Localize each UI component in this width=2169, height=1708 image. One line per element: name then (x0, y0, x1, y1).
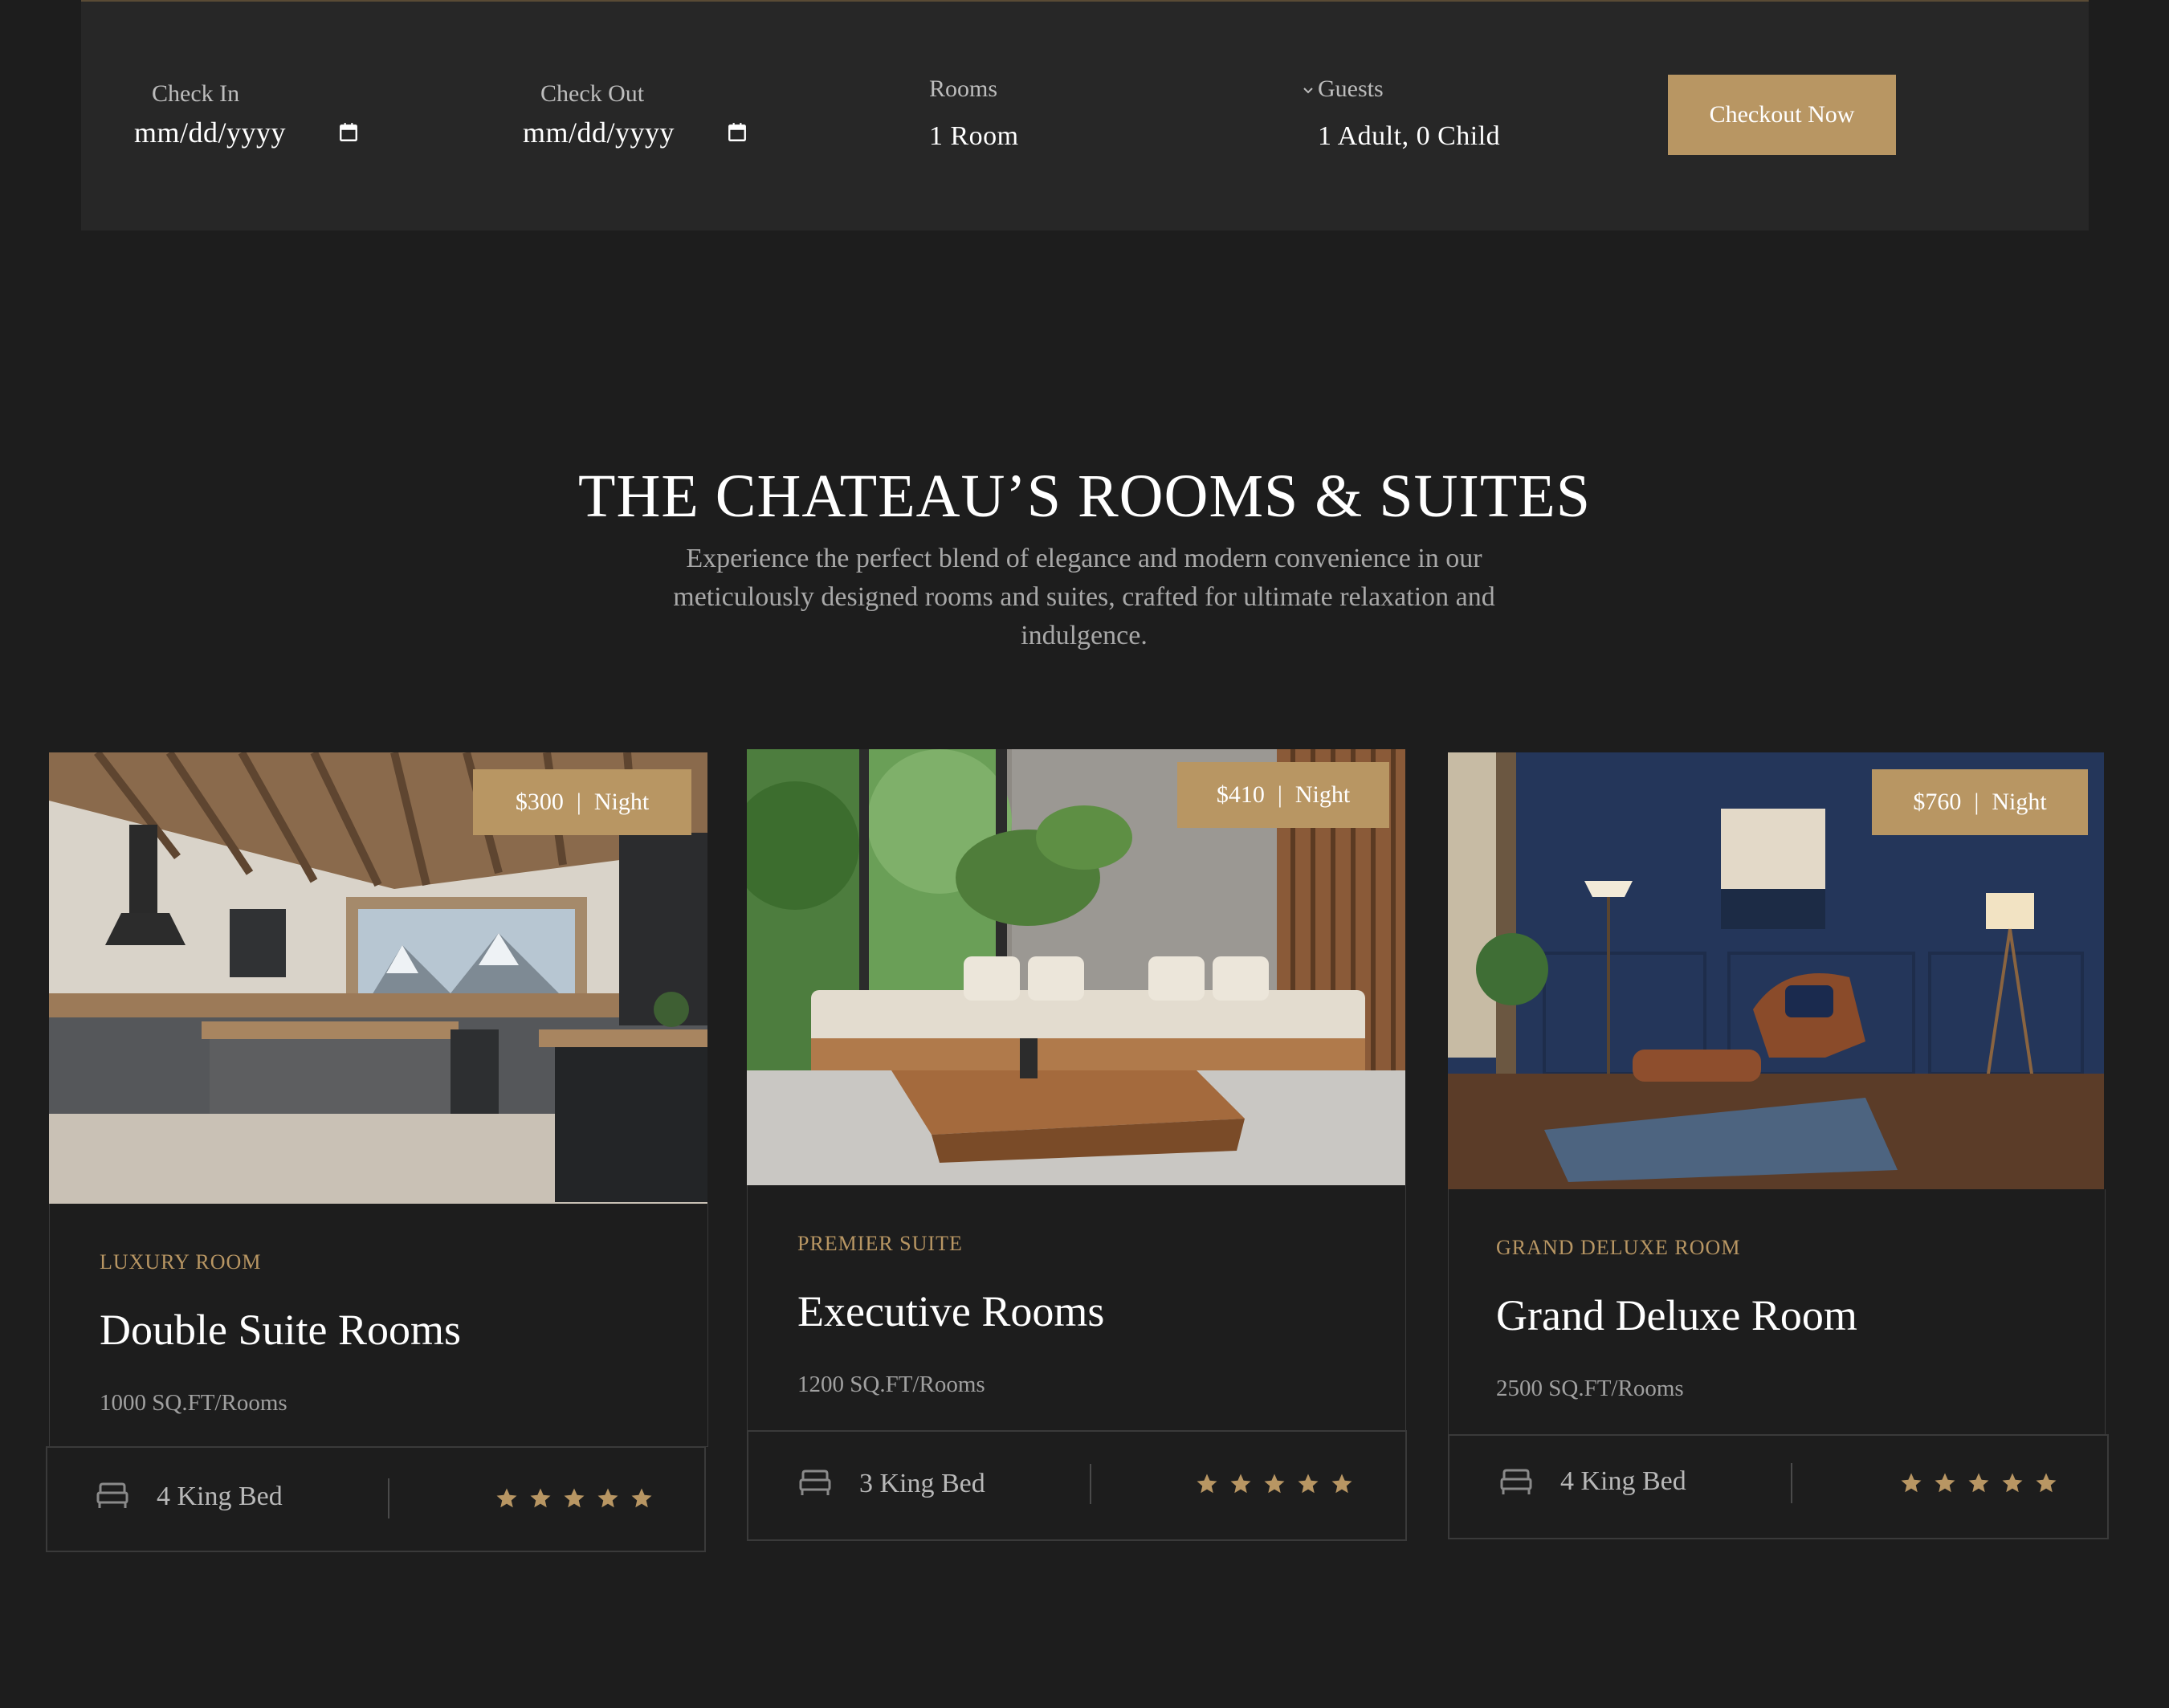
star-icon (1331, 1474, 1352, 1494)
section-subtitle: Experience the perfect blend of elegance… (610, 540, 1558, 655)
card-footer: 4 King Bed (46, 1446, 706, 1552)
rooms-select[interactable]: Rooms 1 Room (929, 70, 1323, 166)
star-rating (1899, 1471, 2058, 1495)
price-unit: Night (593, 789, 650, 815)
calendar-icon[interactable] (727, 122, 748, 143)
star-icon (1264, 1474, 1285, 1494)
star-icon (530, 1488, 551, 1508)
room-category: PREMIER SUITE (797, 1232, 963, 1255)
check-in-value: mm/dd/yyyy (134, 116, 287, 149)
guests-select[interactable]: Guests 1 Adult, 0 Child (1318, 70, 1711, 166)
subtitle-line: Experience the perfect blend of elegance… (686, 544, 1482, 573)
checkout-now-button[interactable]: Checkout Now (1668, 75, 1896, 155)
room-category: LUXURY ROOM (100, 1250, 262, 1274)
guests-value: 1 Adult, 0 Child (1318, 121, 1501, 151)
price-separator: | (576, 789, 581, 815)
star-icon (564, 1488, 585, 1508)
price-unit: Night (1992, 789, 2047, 815)
room-title[interactable]: Grand Deluxe Room (1496, 1290, 1857, 1340)
price-value: $300 (515, 789, 564, 815)
subtitle-line: indulgence. (1021, 621, 1148, 650)
price-badge: $300 | Night (473, 769, 691, 835)
room-size: 2500 SQ.FT/Rooms (1496, 1376, 1684, 1401)
check-out-value: mm/dd/yyyy (523, 116, 675, 149)
star-icon (2002, 1473, 2023, 1493)
card-footer: 4 King Bed (1448, 1434, 2109, 1539)
subtitle-line: meticulously designed rooms and suites, … (673, 582, 1495, 612)
card-footer: 3 King Bed (747, 1430, 1407, 1541)
price-badge: $410 | Night (1177, 762, 1389, 828)
bed-count: 3 King Bed (859, 1469, 985, 1498)
calendar-icon[interactable] (338, 122, 359, 143)
card-body: PREMIER SUITE Executive Rooms 1200 SQ.FT… (747, 1185, 1406, 1432)
room-size: 1000 SQ.FT/Rooms (100, 1390, 287, 1416)
rooms-value: 1 Room (929, 121, 1019, 151)
star-icon (2036, 1473, 2057, 1493)
star-icon (1968, 1473, 1989, 1493)
star-icon (1230, 1474, 1251, 1494)
room-title[interactable]: Double Suite Rooms (100, 1305, 461, 1355)
check-out-label: Check Out (540, 80, 645, 107)
star-icon (631, 1488, 652, 1508)
bed-icon (96, 1482, 128, 1508)
bed-icon (799, 1470, 831, 1495)
guests-label: Guests (1318, 75, 1384, 102)
star-icon (597, 1488, 618, 1508)
price-separator: | (1974, 789, 1979, 815)
star-rating (1195, 1472, 1354, 1496)
check-in-label: Check In (152, 80, 240, 107)
room-title[interactable]: Executive Rooms (797, 1286, 1104, 1336)
divider (1791, 1463, 1792, 1503)
divider (1090, 1464, 1091, 1504)
price-value: $760 (1913, 789, 1962, 815)
chevron-down-icon (1303, 88, 1313, 94)
card-body: GRAND DELUXE ROOM Grand Deluxe Room 2500… (1448, 1189, 2106, 1435)
star-rating (495, 1486, 654, 1510)
section-title: THE CHATEAU’S ROOMS & SUITES (578, 463, 1591, 530)
star-icon (1935, 1473, 1955, 1493)
rooms-label: Rooms (929, 75, 998, 102)
price-separator: | (1277, 781, 1282, 808)
price-value: $410 (1216, 781, 1265, 808)
bed-icon (1500, 1469, 1532, 1494)
bed-count: 4 King Bed (157, 1482, 283, 1511)
price-unit: Night (1294, 781, 1351, 808)
star-icon (1298, 1474, 1319, 1494)
price-badge: $760 | Night (1872, 769, 2088, 835)
check-out-input[interactable]: mm/dd/yyyy (521, 114, 762, 156)
star-icon (1901, 1473, 1922, 1493)
divider (388, 1478, 389, 1518)
star-icon (496, 1488, 517, 1508)
star-icon (1197, 1474, 1217, 1494)
bed-count: 4 King Bed (1560, 1466, 1686, 1496)
card-body: LUXURY ROOM Double Suite Rooms 1000 SQ.F… (49, 1204, 708, 1447)
room-size: 1200 SQ.FT/Rooms (797, 1372, 985, 1397)
room-category: GRAND DELUXE ROOM (1496, 1236, 1741, 1259)
check-in-input[interactable]: mm/dd/yyyy (133, 114, 373, 156)
